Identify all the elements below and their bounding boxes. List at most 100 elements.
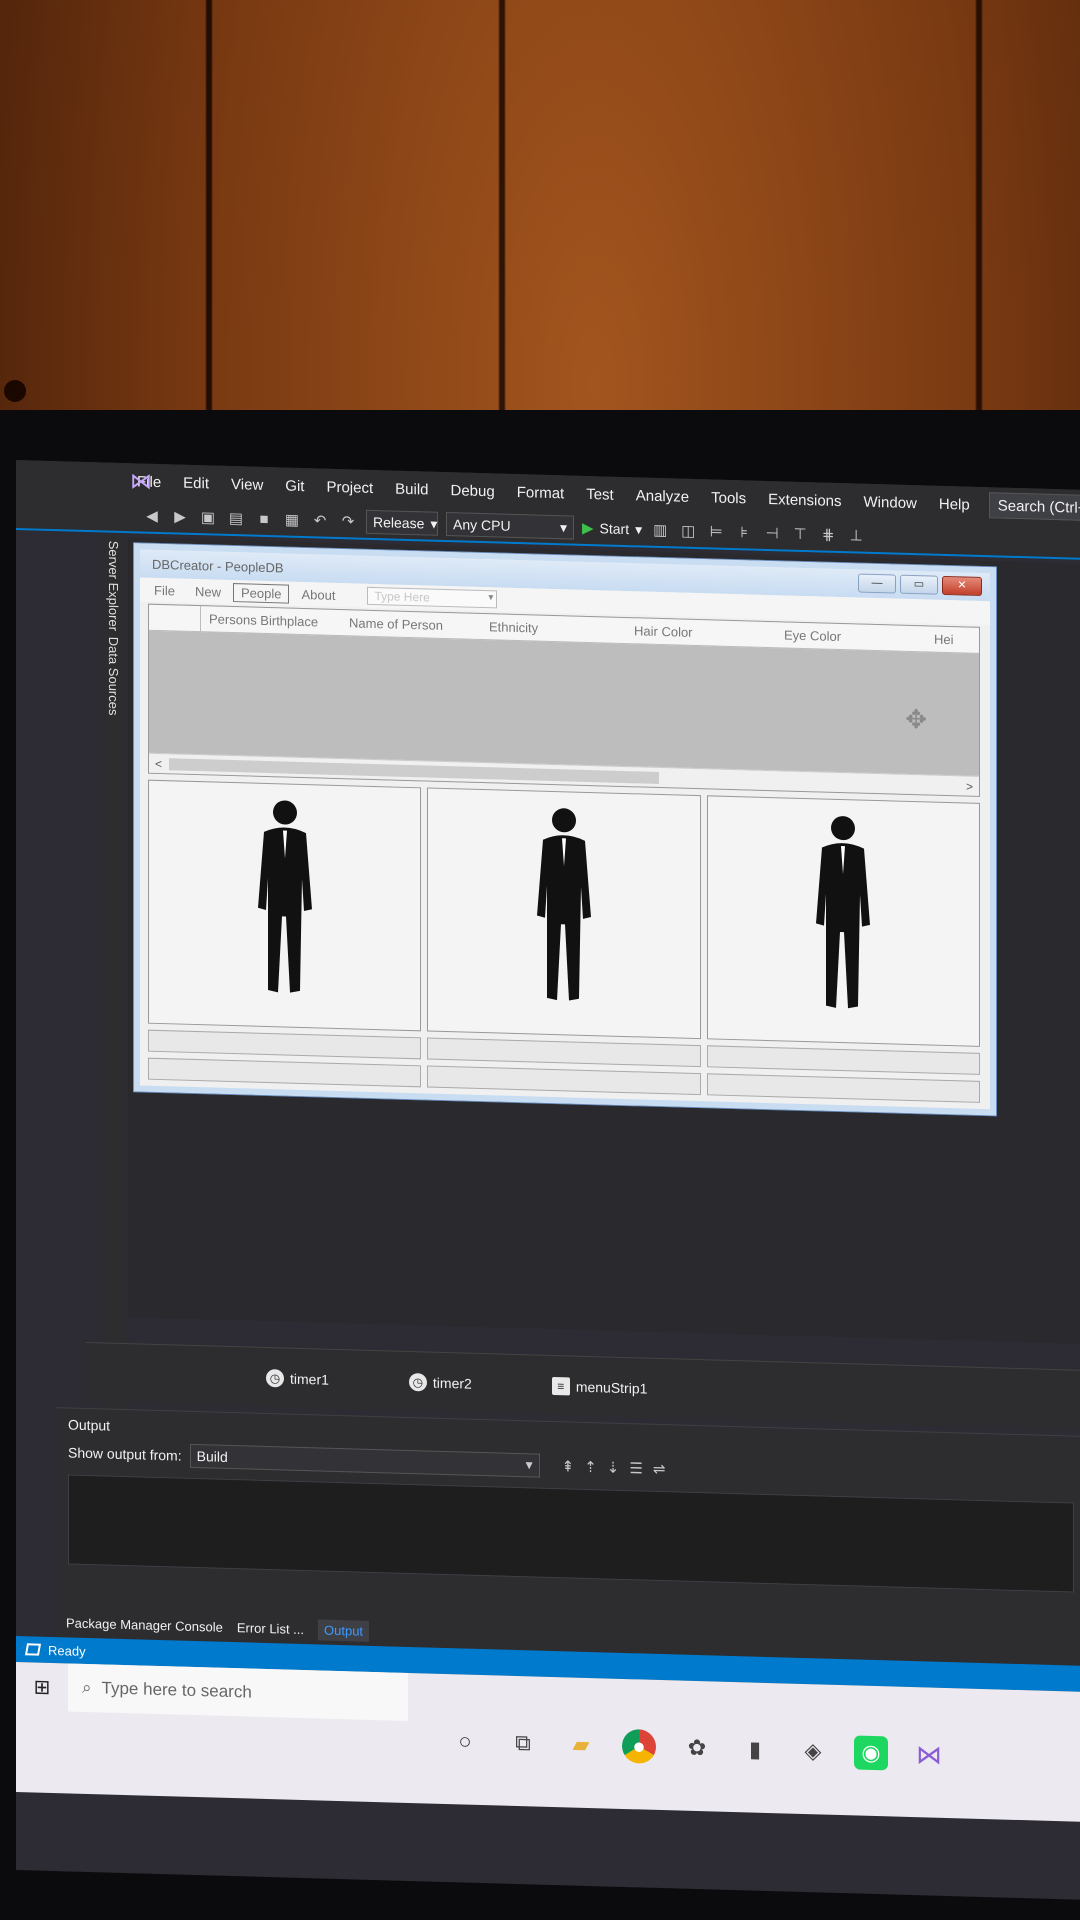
cortana-icon[interactable]: ○ — [448, 1724, 482, 1759]
menu-tools[interactable]: Tools — [700, 489, 757, 508]
open-folder-icon[interactable]: ▤ — [226, 508, 246, 529]
clear-all-icon[interactable]: ☰ — [629, 1459, 642, 1477]
menu-help[interactable]: Help — [928, 495, 981, 513]
align-center-icon[interactable]: ⊧ — [734, 522, 754, 543]
menu-view[interactable]: View — [220, 475, 274, 494]
output-text-area[interactable] — [68, 1474, 1074, 1593]
column-header[interactable]: Hair Color — [626, 623, 776, 642]
status-text: Ready — [48, 1642, 86, 1659]
screenshot-icon[interactable]: ◫ — [678, 520, 698, 541]
align-middle-icon[interactable]: ⋕ — [818, 524, 838, 545]
timer-icon: ◷ — [266, 1368, 284, 1387]
people-data-grid[interactable]: Persons Birthplace Name of Person Ethnic… — [148, 603, 980, 797]
configuration-select[interactable]: Release ▾ — [366, 509, 438, 536]
next-message-icon[interactable]: ⇣ — [607, 1459, 620, 1477]
data-sources-tab[interactable]: Data Sources — [106, 637, 121, 716]
menu-edit[interactable]: Edit — [172, 474, 220, 492]
undo-icon[interactable]: ↶ — [310, 510, 330, 531]
forward-icon[interactable]: ▶ — [170, 506, 190, 527]
tray-timer1[interactable]: ◷ timer1 — [266, 1368, 329, 1388]
menu-window[interactable]: Window — [853, 493, 928, 512]
spotify-icon[interactable]: ◉ — [854, 1735, 888, 1771]
previous-message-icon[interactable]: ⇡ — [584, 1458, 597, 1476]
screen: ⋈ File Edit View Git Project Build Debug… — [16, 460, 1080, 1900]
person-picture-box[interactable] — [148, 779, 422, 1032]
epic-games-icon[interactable]: ▮ — [738, 1732, 772, 1767]
menu-format[interactable]: Format — [506, 483, 576, 502]
person-info-box[interactable] — [427, 1065, 701, 1096]
businessman-silhouette-icon — [257, 800, 312, 993]
platform-select[interactable]: Any CPU ▾ — [446, 512, 574, 540]
person-info-box[interactable] — [706, 1073, 980, 1103]
form-window[interactable]: DBCreator - PeopleDB — ▭ ✕ File New Peop… — [134, 543, 996, 1116]
chevron-down-icon: ▾ — [635, 520, 643, 537]
align-top-icon[interactable]: ⊤ — [790, 524, 810, 545]
menu-test[interactable]: Test — [575, 485, 625, 503]
form-menu-about[interactable]: About — [293, 584, 343, 604]
person-label-box[interactable] — [148, 1029, 422, 1060]
taskbar-search[interactable]: ⌕ Type here to search — [68, 1663, 408, 1721]
windows-start-icon[interactable]: ⊞ — [16, 1662, 68, 1711]
menu-debug[interactable]: Debug — [440, 481, 506, 500]
align-right-icon[interactable]: ⊣ — [762, 523, 782, 544]
wood-knot — [4, 380, 26, 402]
column-header[interactable]: Eye Color — [776, 627, 926, 646]
menu-build[interactable]: Build — [384, 480, 439, 499]
menu-analyze[interactable]: Analyze — [625, 487, 700, 506]
configuration-value: Release — [373, 513, 425, 532]
book-app-icon[interactable]: ◈ — [796, 1734, 830, 1769]
businessman-silhouette-icon — [536, 808, 591, 1001]
tab-error-list[interactable]: Error List ... — [237, 1620, 304, 1637]
task-view-icon[interactable]: ⧉ — [506, 1726, 540, 1761]
show-output-from-label: Show output from: — [68, 1444, 182, 1464]
maximize-icon[interactable]: ▭ — [900, 574, 938, 595]
visual-studio-icon[interactable]: ⋈ — [912, 1737, 946, 1772]
save-all-icon[interactable]: ▦ — [282, 509, 302, 530]
column-header[interactable]: Persons Birthplace — [201, 611, 341, 630]
chevron-down-icon: ▾ — [559, 518, 567, 535]
person-label-box[interactable] — [706, 1045, 980, 1075]
person-picture-box[interactable] — [427, 787, 701, 1040]
column-header[interactable]: Name of Person — [341, 615, 481, 634]
menu-git[interactable]: Git — [274, 477, 315, 495]
tray-menustrip1[interactable]: ≡ menuStrip1 — [551, 1376, 647, 1397]
save-icon[interactable]: ■ — [254, 509, 274, 530]
minimize-icon[interactable]: — — [858, 573, 896, 594]
redo-icon[interactable]: ↷ — [338, 511, 358, 532]
form-designer-surface: DBCreator - PeopleDB — ▭ ✕ File New Peop… — [128, 537, 1080, 1344]
menu-extensions[interactable]: Extensions — [757, 490, 852, 510]
scroll-right-icon[interactable]: > — [966, 779, 973, 793]
person-label-box[interactable] — [427, 1037, 701, 1068]
type-here-box[interactable]: Type Here — [367, 586, 498, 609]
chrome-icon[interactable]: ● — [622, 1728, 656, 1764]
tab-package-manager-console[interactable]: Package Manager Console — [66, 1615, 223, 1634]
column-header[interactable]: Hei — [926, 631, 966, 648]
form-menu-file[interactable]: File — [146, 580, 183, 600]
move-handle-icon[interactable]: ✥ — [905, 704, 927, 736]
word-wrap-icon[interactable]: ⇌ — [653, 1460, 666, 1478]
start-button[interactable]: ▶ Start ▾ — [582, 519, 642, 539]
column-header[interactable]: Ethnicity — [481, 619, 626, 638]
back-icon[interactable]: ◀ — [142, 506, 162, 527]
game-app-icon[interactable]: ✿ — [680, 1731, 714, 1766]
file-explorer-icon[interactable]: ▰ — [564, 1727, 598, 1762]
new-project-icon[interactable]: ▣ — [198, 507, 218, 528]
tab-output[interactable]: Output — [318, 1618, 370, 1642]
align-left-icon[interactable]: ⊨ — [706, 521, 726, 542]
find-message-icon[interactable]: ⇞ — [562, 1457, 575, 1475]
output-tools: ⇞ ⇡ ⇣ ☰ ⇌ — [562, 1457, 666, 1478]
close-icon[interactable]: ✕ — [942, 575, 982, 596]
form-menu-new[interactable]: New — [187, 581, 229, 601]
start-label: Start — [599, 520, 630, 538]
menu-project[interactable]: Project — [315, 478, 384, 497]
scrollbar-thumb[interactable] — [169, 758, 659, 784]
align-bottom-icon[interactable]: ⊥ — [846, 525, 866, 546]
browse-icon[interactable]: ▥ — [650, 520, 670, 541]
form-menu-people[interactable]: People — [232, 582, 290, 604]
scroll-left-icon[interactable]: < — [155, 756, 162, 770]
person-info-box[interactable] — [148, 1057, 422, 1088]
tray-timer2[interactable]: ◷ timer2 — [408, 1372, 472, 1392]
search-box[interactable]: Search (Ctrl+ — [988, 492, 1080, 522]
person-picture-box[interactable] — [706, 795, 980, 1047]
server-explorer-tab[interactable]: Server Explorer — [106, 541, 121, 632]
